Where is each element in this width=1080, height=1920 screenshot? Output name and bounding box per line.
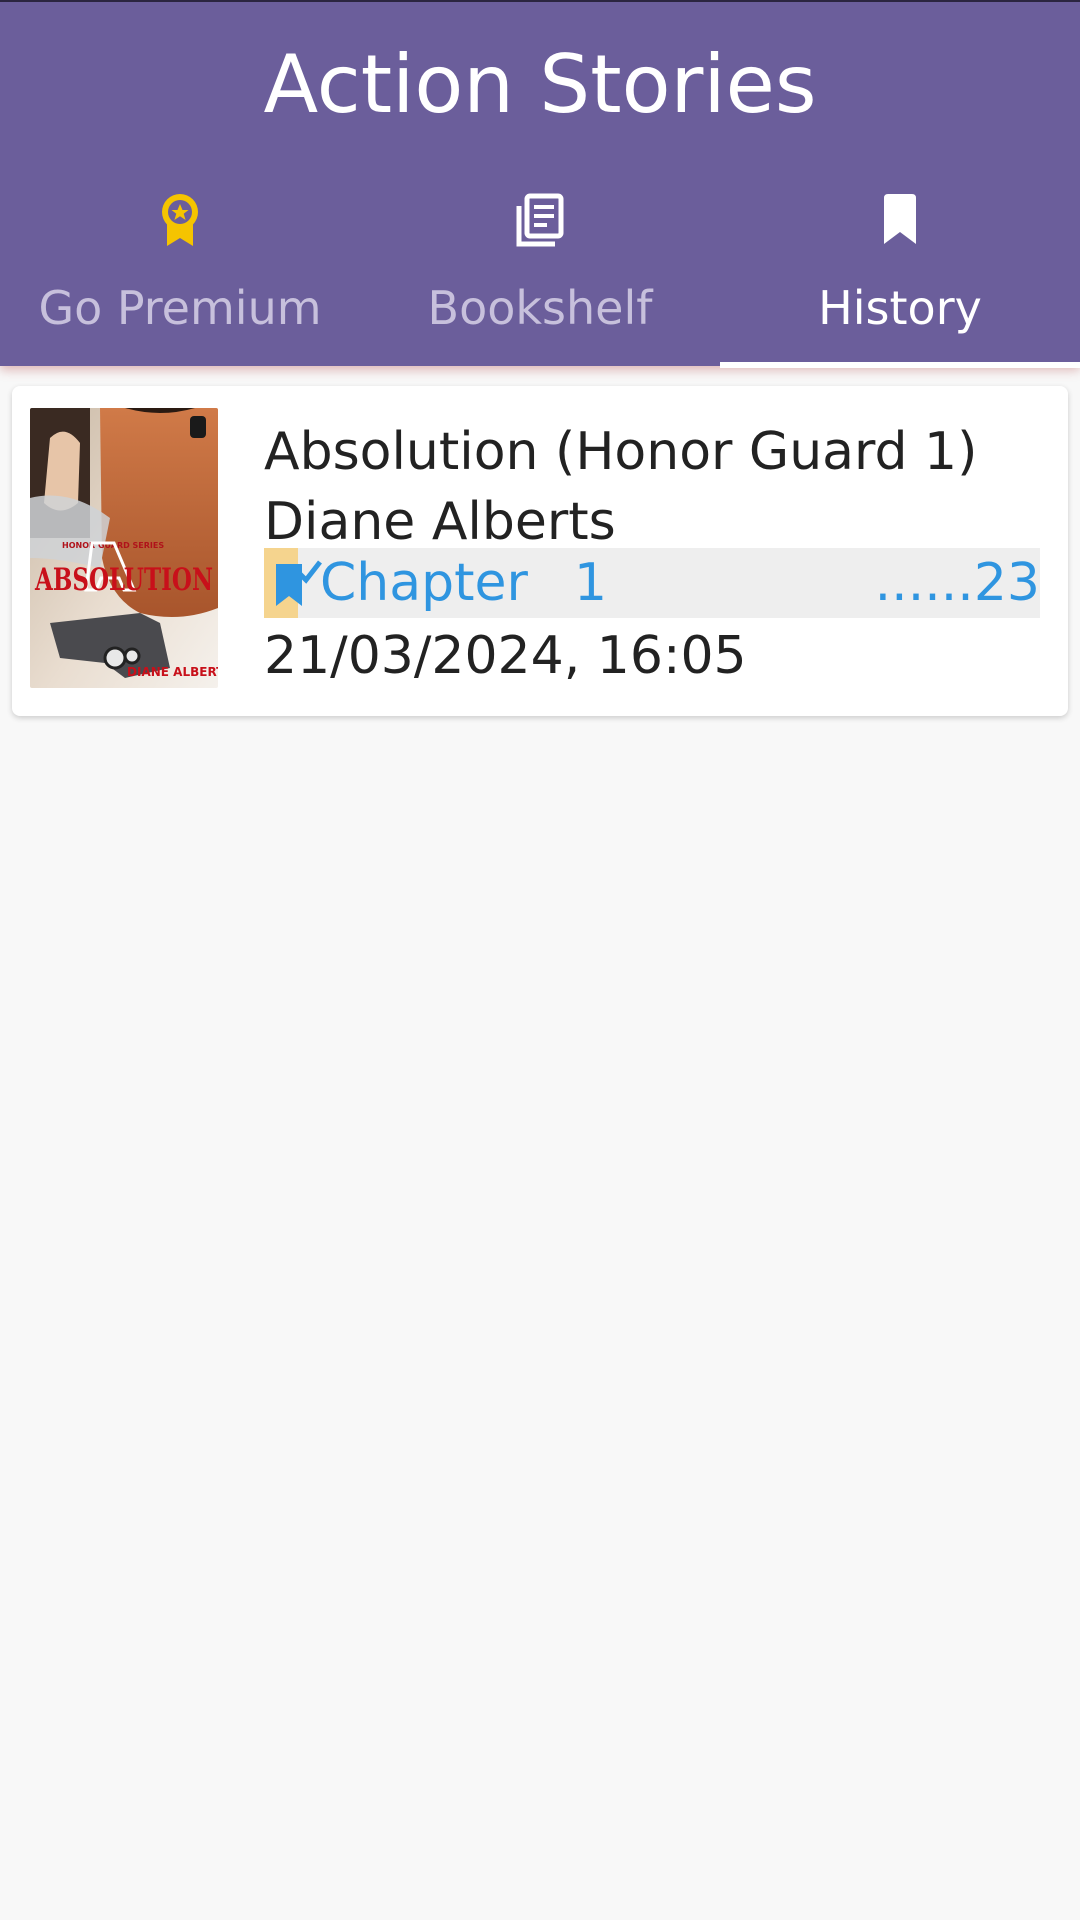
tab-go-premium[interactable]: Go Premium bbox=[0, 182, 360, 368]
app-bar: Action Stories Go Premium Bookshelf Hist… bbox=[0, 0, 1080, 368]
chapter-label: Chapter bbox=[320, 553, 528, 613]
library-books-icon bbox=[515, 192, 565, 248]
tab-history[interactable]: History bbox=[720, 182, 1080, 368]
history-item[interactable]: HONOR GUARD SERIES ABSOLUTION DIANE ALBE… bbox=[12, 386, 1068, 716]
tab-bookshelf-label: Bookshelf bbox=[427, 281, 653, 335]
premium-badge-icon bbox=[155, 192, 205, 248]
chapter-number: 1 bbox=[574, 553, 608, 613]
tab-go-premium-label: Go Premium bbox=[38, 281, 322, 335]
active-tab-indicator bbox=[720, 362, 1080, 368]
bookmark-check-icon bbox=[272, 558, 324, 610]
tab-bookshelf[interactable]: Bookshelf bbox=[360, 182, 720, 368]
chapter-progress-row[interactable]: Chapter 1 ......23 bbox=[264, 548, 1040, 618]
bookmark-icon bbox=[875, 192, 925, 248]
app-title: Action Stories bbox=[263, 38, 817, 131]
tab-history-label: History bbox=[818, 281, 982, 335]
chapter-total: ......23 bbox=[874, 553, 1040, 613]
book-cover-image: HONOR GUARD SERIES ABSOLUTION DIANE ALBE… bbox=[30, 408, 218, 688]
cover-author-text: DIANE ALBERTS bbox=[127, 665, 218, 679]
cover-title-text: ABSOLUTION bbox=[34, 562, 213, 598]
book-title: Absolution (Honor Guard 1) bbox=[264, 422, 978, 482]
last-read-date: 21/03/2024, 16:05 bbox=[264, 626, 747, 686]
tab-bar: Go Premium Bookshelf History bbox=[0, 182, 1080, 368]
